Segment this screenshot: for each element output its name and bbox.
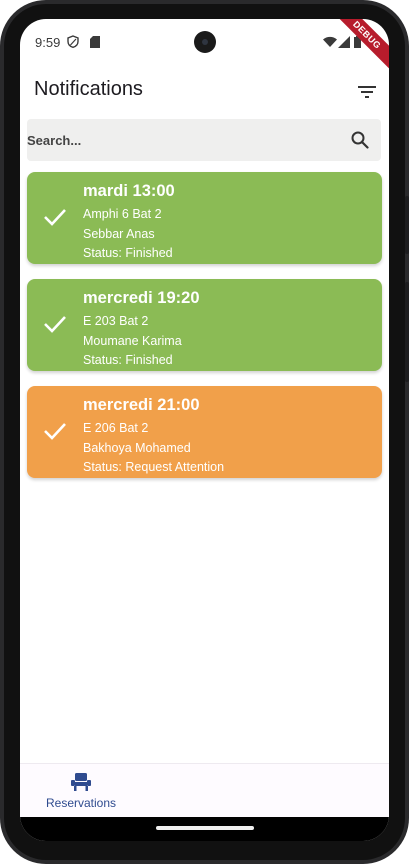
app-bar: Notifications (20, 63, 389, 119)
gesture-bar (20, 817, 389, 841)
search-input[interactable] (27, 119, 337, 161)
nav-item-reservations[interactable]: Reservations (40, 772, 122, 816)
filter-button[interactable] (354, 79, 380, 105)
page-title: Notifications (34, 78, 143, 100)
card-person: Moumane Karima (83, 334, 182, 348)
front-camera (194, 31, 216, 53)
card-person: Bakhoya Mohamed (83, 441, 191, 455)
notification-list: mardi 13:00 Amphi 6 Bat 2 Sebbar Anas St… (27, 172, 382, 493)
status-bar: 9:59 DEBUG (20, 19, 389, 72)
card-room: E 206 Bat 2 (83, 421, 149, 435)
bottom-navigation: Reservations (20, 763, 389, 818)
filter-icon (358, 86, 376, 98)
signal-icon (338, 35, 350, 53)
card-room: Amphi 6 Bat 2 (83, 207, 162, 221)
home-indicator[interactable] (156, 826, 254, 830)
volume-button (405, 282, 409, 382)
phone-screen: 9:59 DEBUG Notifications Search... mardi… (20, 19, 389, 841)
notification-card[interactable]: mardi 13:00 Amphi 6 Bat 2 Sebbar Anas St… (27, 172, 382, 264)
status-time: 9:59 (35, 35, 61, 50)
shield-icon (67, 35, 79, 53)
card-title: mardi 13:00 (83, 182, 175, 200)
seat-icon (71, 773, 91, 791)
search-icon (351, 131, 369, 149)
card-status: Status: Request Attention (83, 460, 225, 474)
card-title: mercredi 21:00 (83, 396, 200, 414)
check-icon (44, 209, 66, 226)
card-room: E 203 Bat 2 (83, 314, 149, 328)
card-title: mercredi 19:20 (83, 289, 200, 307)
card-status: Status: Finished (83, 246, 173, 260)
card-person: Sebbar Anas (83, 227, 155, 241)
card-status: Status: Finished (83, 353, 173, 367)
check-icon (44, 423, 66, 440)
search-button[interactable] (347, 127, 373, 153)
search-bar (27, 119, 381, 161)
notification-card[interactable]: mercredi 19:20 E 203 Bat 2 Moumane Karim… (27, 279, 382, 371)
check-icon (44, 316, 66, 333)
nav-label-reservations: Reservations (45, 796, 117, 810)
sd-card-icon (90, 35, 100, 53)
notification-card[interactable]: mercredi 21:00 E 206 Bat 2 Bakhoya Moham… (27, 386, 382, 478)
power-button (405, 196, 409, 254)
wifi-icon (323, 35, 337, 53)
